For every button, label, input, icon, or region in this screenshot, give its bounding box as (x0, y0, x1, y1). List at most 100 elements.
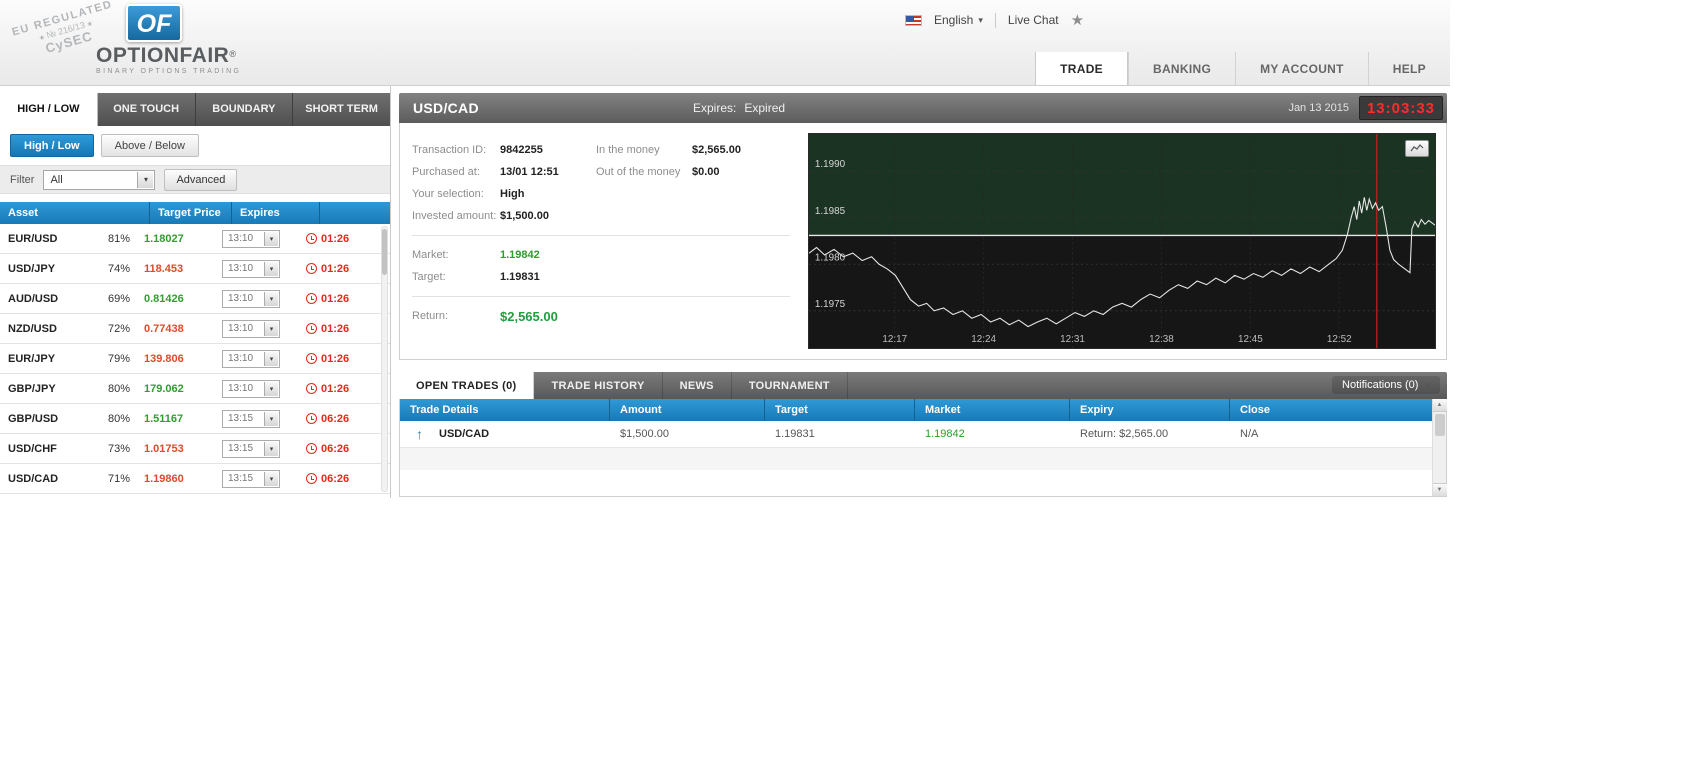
optionfair-app: EU REGULATED № 216/13 CySEC OF OPTIONFAI… (0, 0, 1450, 498)
chevron-down-icon[interactable]: ▾ (264, 441, 278, 456)
expiry-cell: 13:10 ▾ (212, 349, 300, 368)
chevron-down-icon: ▾ (978, 14, 983, 25)
col-asset: Asset (0, 202, 150, 224)
chevron-down-icon[interactable]: ▾ (264, 411, 278, 426)
optionfair-logo[interactable]: OF OPTIONFAIR® BINARY OPTIONS TRADING (96, 4, 266, 75)
asset-payout: 74% (107, 262, 130, 275)
chevron-down-icon[interactable]: ▾ (264, 291, 278, 306)
nav-tab-help[interactable]: HELP (1367, 52, 1450, 85)
expiry-cell: 13:10 ▾ (212, 259, 300, 278)
expiry-select[interactable]: 13:10 ▾ (222, 229, 280, 248)
scroll-down-button[interactable]: ▼ (1432, 483, 1447, 496)
scroll-up-button[interactable]: ▲ (1432, 399, 1447, 412)
live-chat-link[interactable]: Live Chat (1008, 13, 1059, 27)
asset-target-price: 179.062 (144, 382, 184, 395)
col-expires: Expires (232, 202, 320, 224)
asset-name: USD/CAD (8, 472, 59, 485)
language-flag-icon (905, 14, 922, 26)
asset-row[interactable]: AUD/USD 69% 0.81426 13:10 ▾ 01:26 (0, 284, 390, 314)
asset-row[interactable]: GBP/JPY 80% 179.062 13:10 ▾ 01:26 (0, 374, 390, 404)
asset-row[interactable]: NZD/USD 72% 0.77438 13:10 ▾ 01:26 (0, 314, 390, 344)
chevron-down-icon[interactable]: ▾ (264, 471, 278, 486)
clock-icon (306, 383, 317, 394)
filter-select[interactable]: All ▾ (43, 169, 156, 190)
asset-row[interactable]: USD/CHF 73% 1.01753 13:15 ▾ 06:26 (0, 434, 390, 464)
expiry-value: 13:15 (228, 473, 254, 484)
main-nav: TRADE BANKING MY ACCOUNT HELP (1035, 52, 1450, 85)
expiry-select[interactable]: 13:15 ▾ (222, 469, 280, 488)
favorite-star-icon[interactable]: ★ (1071, 11, 1084, 29)
divider (412, 235, 790, 236)
scrollbar-thumb[interactable] (382, 229, 387, 275)
asset-row[interactable]: GBP/USD 80% 1.51167 13:15 ▾ 06:26 (0, 404, 390, 434)
advanced-button[interactable]: Advanced (164, 168, 238, 191)
col-market: Market (915, 399, 1070, 421)
tab-high-low[interactable]: HIGH / LOW (0, 93, 98, 126)
nav-tab-banking[interactable]: BANKING (1128, 52, 1235, 85)
chevron-down-icon[interactable]: ▾ (264, 351, 278, 366)
expiry-select[interactable]: 13:15 ▾ (222, 439, 280, 458)
tab-boundary[interactable]: BOUNDARY (196, 93, 294, 126)
purchased-value: 13/01 12:51 (500, 166, 559, 178)
above-below-mode-button[interactable]: Above / Below (100, 134, 199, 157)
mode-buttons: High / Low Above / Below (0, 126, 390, 165)
chevron-down-icon[interactable]: ▾ (264, 321, 278, 336)
tab-open-trades[interactable]: OPEN TRADES (0) (399, 372, 535, 399)
chevron-down-icon[interactable]: ▾ (264, 231, 278, 246)
chevron-down-icon[interactable]: ▾ (264, 261, 278, 276)
open-trade-row[interactable]: ↑ USD/CAD $1,500.00 1.19831 1.19842 Return: $… (400, 421, 1446, 448)
expiry-value: 13:10 (228, 293, 254, 304)
countdown-timer: 01:26 (300, 263, 390, 275)
language-selector[interactable]: English ▾ (934, 13, 983, 27)
empty-row-stripe (400, 448, 1432, 470)
asset-target-price: 0.77438 (144, 322, 184, 335)
asset-table-header: Asset Target Price Expires (0, 202, 390, 224)
expiry-select[interactable]: 13:10 ▾ (222, 289, 280, 308)
expiry-select[interactable]: 13:10 ▾ (222, 349, 280, 368)
tab-trade-history[interactable]: TRADE HISTORY (534, 372, 663, 399)
tab-tournament[interactable]: TOURNAMENT (732, 372, 848, 399)
countdown-timer: 06:26 (300, 443, 390, 455)
high-low-mode-button[interactable]: High / Low (10, 134, 94, 157)
countdown-value: 01:26 (321, 382, 350, 395)
expiry-select[interactable]: 13:10 ▾ (222, 259, 280, 278)
notifications-button[interactable]: Notifications (0) ▾ (1332, 376, 1440, 394)
tab-short-term[interactable]: SHORT TERM (293, 93, 390, 126)
trade-amount: $1,500.00 (620, 428, 669, 440)
asset-name: USD/CHF (8, 442, 57, 455)
col-amount: Amount (610, 399, 765, 421)
expiry-value: 13:15 (228, 413, 254, 424)
chart-type-button[interactable] (1405, 140, 1429, 157)
asset-row[interactable]: EUR/USD 81% 1.18027 13:10 ▾ 01:26 (0, 224, 390, 254)
selection-value: High (500, 188, 525, 200)
top-header: EU REGULATED № 216/13 CySEC OF OPTIONFAI… (0, 0, 1450, 86)
countdown-timer: 01:26 (300, 353, 390, 365)
asset-row[interactable]: EUR/JPY 79% 139.806 13:10 ▾ 01:26 (0, 344, 390, 374)
asset-name: AUD/USD (8, 292, 59, 305)
nav-tab-trade[interactable]: TRADE (1035, 52, 1128, 85)
tab-news[interactable]: NEWS (663, 372, 732, 399)
scrollbar-thumb[interactable] (1434, 414, 1445, 436)
asset-row[interactable]: USD/JPY 74% 118.453 13:10 ▾ 01:26 (0, 254, 390, 284)
asset-list-scrollbar[interactable] (381, 226, 388, 492)
nav-tab-my-account[interactable]: MY ACCOUNT (1235, 52, 1368, 85)
col-target: Target (765, 399, 915, 421)
clock-icon (306, 293, 317, 304)
expiry-select[interactable]: 13:10 ▾ (222, 319, 280, 338)
in-money-value: $2,565.00 (692, 144, 741, 156)
svg-text:12:52: 12:52 (1327, 334, 1352, 345)
chevron-down-icon[interactable]: ▾ (264, 381, 278, 396)
expiry-cell: 13:15 ▾ (212, 409, 300, 428)
clock-icon (306, 443, 317, 454)
expiry-select[interactable]: 13:10 ▾ (222, 379, 280, 398)
trades-table-header: Trade Details Amount Target Market Expir… (400, 399, 1446, 421)
expiry-select[interactable]: 13:15 ▾ (222, 409, 280, 428)
trades-scrollbar[interactable]: ▲ ▼ (1432, 399, 1447, 496)
tab-one-touch[interactable]: ONE TOUCH (98, 93, 196, 126)
line-chart-icon (1410, 144, 1424, 152)
asset-row[interactable]: USD/CAD 71% 1.19860 13:15 ▾ 06:26 (0, 464, 390, 494)
transaction-id-label: Transaction ID: (412, 144, 487, 156)
trade-target: 1.19831 (775, 428, 815, 440)
option-type-tabs: HIGH / LOW ONE TOUCH BOUNDARY SHORT TERM (0, 93, 390, 126)
expires-status: Expires: Expired (693, 101, 785, 115)
